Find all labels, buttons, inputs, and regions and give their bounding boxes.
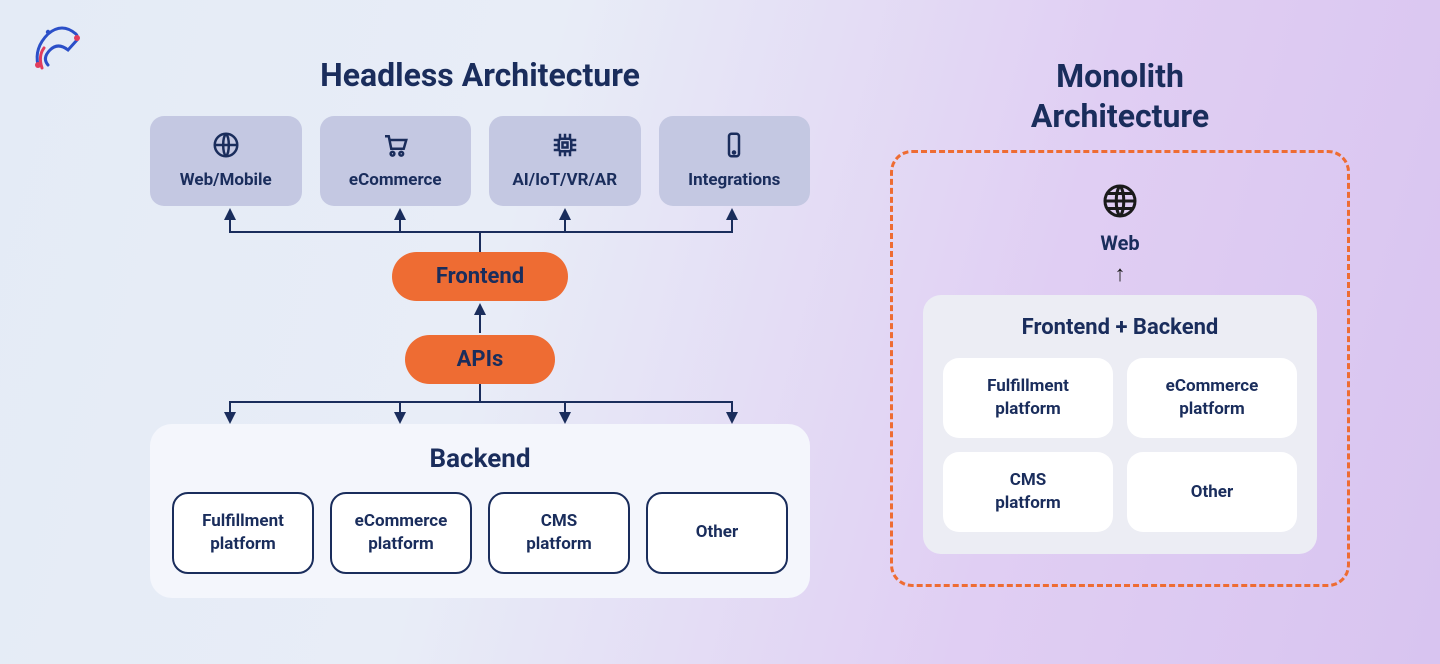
mono-card-cms: CMS platform (943, 452, 1113, 532)
monolith-panel-title: Frontend + Backend (943, 315, 1297, 340)
channel-card-web-mobile: Web/Mobile (150, 116, 302, 206)
headless-title: Headless Architecture (150, 56, 810, 94)
monolith-dashed-box: Web ↑ Frontend + Backend Fulfillment pla… (890, 150, 1350, 587)
channel-card-integrations: Integrations (659, 116, 811, 206)
backend-title: Backend (172, 444, 788, 474)
connector-frontend-to-channels (150, 206, 810, 252)
globe-icon (211, 130, 241, 160)
mono-card-ecommerce: eCommerce platform (1127, 358, 1297, 438)
apis-pill: APIs (405, 335, 556, 384)
backend-card-cms: CMS platform (488, 492, 630, 574)
backend-card-ecommerce: eCommerce platform (330, 492, 472, 574)
channel-label: Integrations (688, 170, 780, 190)
channel-label: Web/Mobile (180, 170, 272, 190)
channel-card-ai-iot: AI/IoT/VR/AR (489, 116, 641, 206)
monolith-architecture-column: Monolith Architecture Web ↑ Frontend + B… (890, 56, 1350, 587)
mono-card-other: Other (1127, 452, 1297, 532)
connector-apis-to-backend (150, 384, 810, 424)
arrow-up-icon: ↑ (923, 261, 1317, 287)
monolith-web-label: Web (923, 231, 1317, 255)
backend-card-other: Other (646, 492, 788, 574)
headless-architecture-column: Headless Architecture Web/Mobile eCommer… (150, 56, 810, 598)
channel-label: AI/IoT/VR/AR (512, 170, 617, 190)
chip-icon (550, 130, 580, 160)
phone-icon (719, 130, 749, 160)
brand-logo (28, 20, 88, 75)
frontend-pill: Frontend (392, 252, 568, 301)
channel-cards-row: Web/Mobile eCommerce AI/IoT/VR/AR Integr… (150, 116, 810, 206)
channel-card-ecommerce: eCommerce (320, 116, 472, 206)
mono-card-fulfillment: Fulfillment platform (943, 358, 1113, 438)
channel-label: eCommerce (349, 170, 442, 190)
globe-icon (1100, 181, 1140, 221)
backend-card-fulfillment: Fulfillment platform (172, 492, 314, 574)
monolith-panel: Frontend + Backend Fulfillment platform … (923, 295, 1317, 554)
monolith-title: Monolith Architecture (890, 56, 1350, 136)
connector-apis-to-frontend (460, 301, 500, 335)
cart-icon (380, 130, 410, 160)
backend-panel: Backend Fulfillment platform eCommerce p… (150, 424, 810, 598)
